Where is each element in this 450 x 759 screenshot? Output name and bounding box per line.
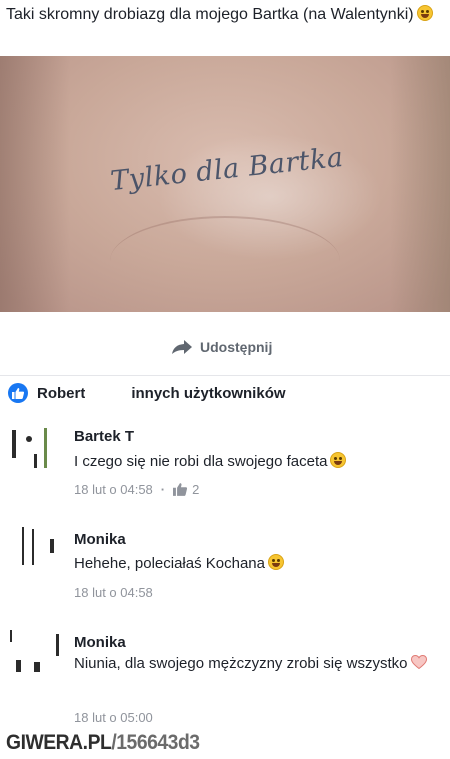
action-bar: Udostępnij <box>0 312 450 376</box>
grin-emoji-icon <box>330 452 347 468</box>
photo-shadow-left <box>0 56 70 312</box>
avatar[interactable] <box>4 626 62 672</box>
comment-author[interactable]: Monika <box>74 634 126 651</box>
reactions-summary[interactable]: Robert innych użytkowników <box>0 376 450 410</box>
photo-crease <box>110 216 340 306</box>
reaction-suffix: innych użytkowników <box>131 384 286 402</box>
redaction <box>85 386 132 400</box>
reaction-name[interactable]: Robert <box>37 385 85 402</box>
comment-date[interactable]: 18 lut o 05:00 <box>74 710 153 725</box>
comment-author[interactable]: Bartek T <box>74 428 134 445</box>
separator-dot: · <box>160 482 166 497</box>
smile-emoji-icon <box>267 554 284 570</box>
avatar[interactable] <box>4 523 62 569</box>
comment-body: Niunia, dla swojego mężczyzny zrobi się … <box>74 655 408 672</box>
share-arrow-icon <box>172 340 192 354</box>
photo-shadow-right <box>390 56 450 312</box>
watermark-site: GIWERA.PL <box>6 731 112 754</box>
share-button[interactable]: Udostępnij <box>172 339 272 355</box>
comment-meta: 18 lut o 04:58 <box>74 585 153 600</box>
comment-author[interactable]: Monika <box>74 531 126 548</box>
comment-text: Hehehe, poleciałaś Kochana <box>74 551 434 577</box>
comment-meta: 18 lut o 05:00 <box>74 710 153 725</box>
post-text-content: Taki skromny drobiazg dla mojego Bartka … <box>6 6 414 23</box>
post-photo[interactable]: Tylko dla Bartka <box>0 56 450 312</box>
comment-likes: 2 <box>192 482 200 497</box>
heart-emoji-icon <box>411 655 428 669</box>
thumb-up-icon <box>173 483 188 496</box>
smile-emoji-icon <box>416 5 433 21</box>
comment-date[interactable]: 18 lut o 04:58 <box>74 482 153 497</box>
tattoo-text: Tylko dla Bartka <box>109 141 345 198</box>
comment-body: Hehehe, poleciałaś Kochana <box>74 555 265 572</box>
like-icon <box>8 383 28 403</box>
share-label: Udostępnij <box>200 339 273 355</box>
comment-meta: 18 lut o 04:58 · 2 <box>74 482 199 497</box>
post-text: Taki skromny drobiazg dla mojego Bartka … <box>6 4 436 25</box>
comment-date[interactable]: 18 lut o 04:58 <box>74 585 153 600</box>
comment-text: Niunia, dla swojego mężczyzny zrobi się … <box>74 651 434 677</box>
comment-body: I czego się nie robi dla swojego faceta <box>74 453 328 470</box>
avatar[interactable] <box>4 424 62 470</box>
comment-text: I czego się nie robi dla swojego faceta <box>74 449 434 475</box>
watermark-id: /156643d3 <box>111 731 200 754</box>
watermark: GIWERA.PL/156643d3 <box>6 731 200 755</box>
